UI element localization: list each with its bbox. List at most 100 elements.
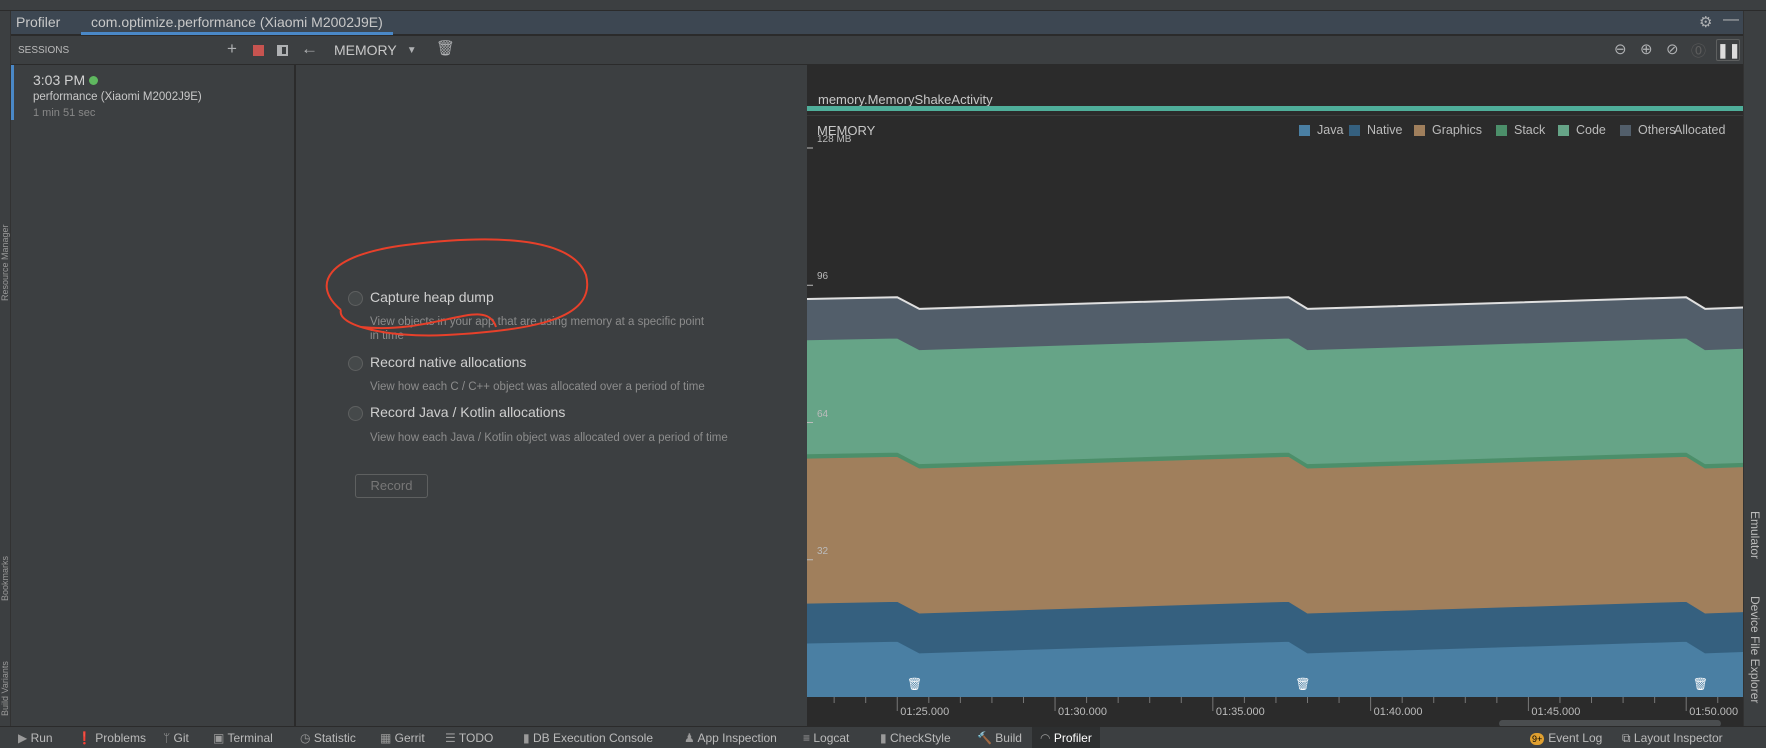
record-native-desc: View how each C / C++ object was allocat… — [370, 381, 705, 393]
tool-window-label: DB Execution Console — [532, 731, 654, 745]
recording-options-panel: Capture heap dump View objects in your a… — [296, 65, 807, 726]
tool-window-label: App Inspection — [697, 731, 777, 745]
tool-window-run[interactable]: ▶ Run — [18, 731, 53, 745]
profiler-title: Profiler — [16, 14, 61, 30]
tool-window-event-log[interactable]: 9+ Event Log — [1530, 731, 1602, 745]
pause-button[interactable]: ❚❚ — [1716, 39, 1740, 61]
status-bar: ▶ Run ❗ Problems ᛘ Git ▣ Terminal ◷ Statisti… — [0, 726, 1766, 748]
profiler-select-value: MEMORY — [334, 42, 397, 58]
record-native-radio[interactable] — [348, 356, 363, 371]
tool-window-label: Git — [173, 731, 189, 745]
attach-live-icon[interactable]: ⓪ — [1691, 40, 1706, 61]
checkstyle-icon: ▮ — [880, 731, 890, 745]
tool-window-statistic[interactable]: ◷ Statistic — [300, 731, 356, 745]
sessions-panel: 3:03 PM performance (Xiaomi M2002J9E) 1 … — [11, 65, 295, 726]
logcat-icon: ≡ — [803, 731, 814, 745]
reset-zoom-icon[interactable]: ⊘ — [1666, 40, 1679, 58]
record-java-kotlin-radio[interactable] — [348, 406, 363, 421]
resource-manager-tab[interactable]: Resource Manager — [0, 191, 11, 301]
tool-window-gerrit[interactable]: ▦ Gerrit — [380, 731, 425, 745]
tool-window-problems[interactable]: ❗ Problems — [77, 731, 146, 745]
terminal-icon: ▣ — [213, 731, 228, 745]
problems-icon: ❗ — [77, 731, 96, 745]
tool-window-label: TODO — [458, 731, 494, 745]
back-arrow-icon[interactable]: ← — [301, 39, 318, 59]
profiler-icon: ◠ — [1040, 731, 1054, 745]
tool-window-label: Statistic — [313, 731, 356, 745]
x-tick-label: 01:25.000 — [900, 706, 950, 718]
tool-window-todo[interactable]: ☰ TODO — [445, 731, 493, 745]
tool-window-label: CheckStyle — [889, 731, 951, 745]
toolbar: SESSIONS + ← MEMORY ▼ 🗑 ⊖ ⊕ ⊘ ⓪ ❚❚ — [11, 36, 1743, 65]
layout-inspector-icon: ⧉ — [1622, 731, 1634, 745]
x-tick-label: 01:35.000 — [1215, 706, 1265, 718]
y-tick-label: 32 — [817, 545, 829, 557]
run-icon: ▶ — [18, 731, 31, 745]
db-execution-console-icon: ▮ — [523, 731, 533, 745]
zoom-in-icon[interactable]: ⊕ — [1640, 40, 1653, 58]
statistic-icon: ◷ — [300, 731, 314, 745]
record-native-label[interactable]: Record native allocations — [370, 354, 526, 370]
tool-window-label: Run — [30, 731, 53, 745]
tool-window-label: Layout Inspector — [1633, 731, 1723, 745]
build-icon: 🔨 — [977, 731, 996, 745]
right-tool-strip: Emulator Device File Explorer — [1743, 11, 1766, 726]
tool-window-terminal[interactable]: ▣ Terminal — [213, 731, 273, 745]
sessions-header: SESSIONS — [18, 45, 70, 56]
zoom-out-icon[interactable]: ⊖ — [1614, 40, 1627, 58]
gerrit-icon: ▦ — [380, 731, 395, 745]
event-log-badge-icon: 9+ — [1530, 733, 1545, 745]
tool-window-label: Logcat — [813, 731, 850, 745]
session-time: 3:03 PM — [33, 72, 86, 88]
profiler-select[interactable]: MEMORY ▼ — [334, 42, 417, 58]
tool-window-app-inspection[interactable]: ♟ App Inspection — [684, 731, 777, 745]
emulator-tab[interactable]: Emulator — [1748, 511, 1762, 559]
x-tick-label: 01:30.000 — [1058, 706, 1107, 718]
app-inspection-icon: ♟ — [684, 731, 698, 745]
gc-event-trash-icon[interactable]: 🗑 — [907, 677, 922, 691]
x-tick-label: 01:45.000 — [1531, 706, 1581, 718]
gc-event-trash-icon[interactable]: 🗑 — [1295, 677, 1310, 691]
tool-window-label: Gerrit — [394, 731, 425, 745]
profiler-tab-bar: Profiler com.optimize.performance (Xiaom… — [11, 11, 1743, 35]
tab-session[interactable]: com.optimize.performance (Xiaomi M2002J9… — [81, 11, 393, 35]
record-button[interactable]: Record — [355, 474, 428, 498]
live-status-dot — [89, 75, 99, 85]
y-tick-label: 128 MB — [817, 134, 852, 145]
area-graphics — [807, 455, 1743, 614]
session-name: performance (Xiaomi M2002J9E) — [33, 91, 202, 103]
x-tick-label: 01:40.000 — [1373, 706, 1423, 718]
tool-window-label: Terminal — [227, 731, 273, 745]
session-item[interactable]: 3:03 PM performance (Xiaomi M2002J9E) 1 … — [11, 65, 295, 120]
tool-window-build[interactable]: 🔨 Build — [977, 731, 1022, 745]
tool-window-profiler[interactable]: ◠ Profiler — [1032, 727, 1100, 748]
left-tool-strip: Resource Manager Bookmarks Build Variant… — [0, 11, 11, 726]
tool-window-logcat[interactable]: ≡ Logcat — [803, 731, 849, 745]
build-variants-tab[interactable]: Build Variants — [0, 631, 11, 716]
collapse-panel-icon[interactable] — [277, 45, 288, 56]
memory-chart-panel: memory.MemoryShakeActivity MEMORY Java Na… — [807, 65, 1743, 727]
bookmarks-tab[interactable]: Bookmarks — [0, 531, 11, 601]
todo-icon: ☰ — [445, 731, 459, 745]
minimize-icon[interactable]: — — [1723, 11, 1739, 29]
tool-window-db-execution-console[interactable]: ▮ DB Execution Console — [523, 731, 653, 745]
gc-event-trash-icon[interactable]: 🗑 — [1693, 677, 1708, 691]
y-tick-label: 96 — [817, 271, 829, 283]
red-annotation-circle — [325, 238, 589, 337]
tool-window-layout-inspector[interactable]: ⧉ Layout Inspector — [1622, 731, 1723, 746]
trash-icon[interactable]: 🗑 — [436, 39, 455, 57]
tool-window-label: Event Log — [1548, 731, 1603, 745]
record-java-kotlin-label[interactable]: Record Java / Kotlin allocations — [370, 404, 565, 420]
tool-window-label: Problems — [95, 731, 146, 745]
memory-stacked-area[interactable] — [807, 65, 1743, 726]
area-code — [807, 337, 1743, 465]
top-strip — [0, 0, 1766, 11]
add-session-icon[interactable]: + — [227, 39, 237, 59]
stop-session-icon[interactable] — [253, 45, 264, 56]
tool-window-checkstyle[interactable]: ▮ CheckStyle — [880, 731, 951, 745]
tool-window-git[interactable]: ᛘ Git — [163, 731, 189, 745]
device-file-explorer-tab[interactable]: Device File Explorer — [1748, 596, 1762, 703]
gear-icon[interactable]: ⚙ — [1699, 13, 1712, 31]
tool-window-label: Build — [995, 731, 1022, 745]
y-tick-label: 64 — [817, 408, 829, 420]
